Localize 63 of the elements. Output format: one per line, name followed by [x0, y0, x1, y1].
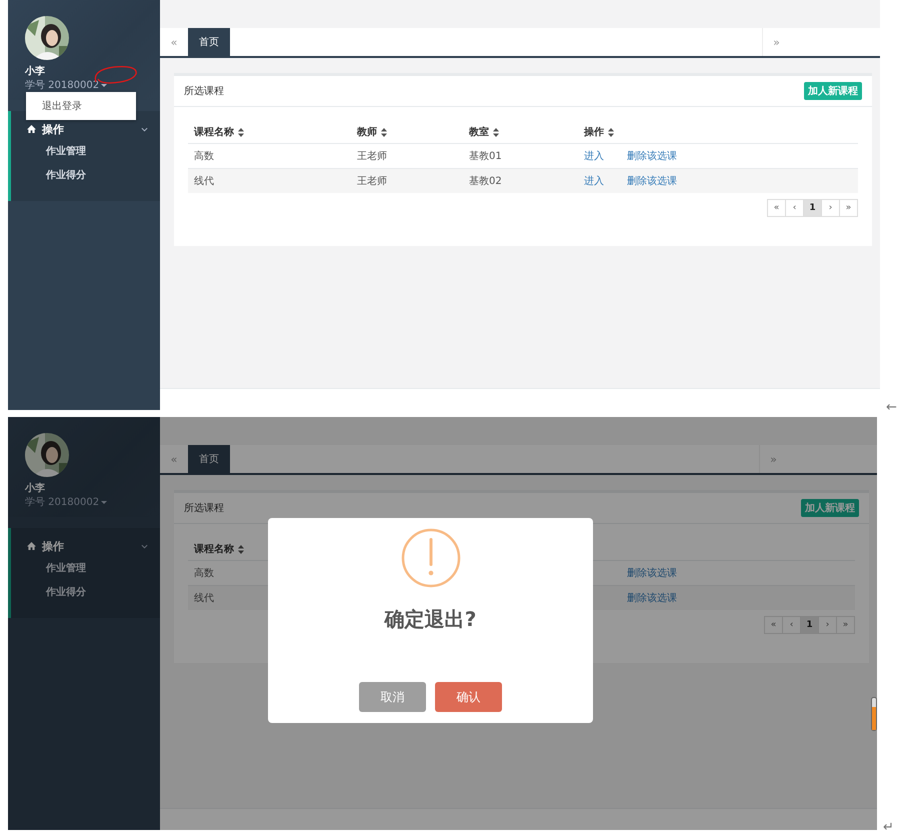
- page-button[interactable]: ‹: [785, 199, 804, 217]
- column-header[interactable]: 课程名称: [194, 542, 234, 556]
- caret-icon[interactable]: [101, 84, 108, 86]
- confirm-button[interactable]: 确认: [435, 682, 502, 712]
- table-cell: 基教01: [469, 151, 502, 162]
- cancel-button[interactable]: 取消: [359, 682, 426, 712]
- dialog-message: 确定退出?: [384, 606, 476, 633]
- page-tab[interactable]: 首页: [188, 28, 230, 56]
- page-button[interactable]: ‹: [782, 616, 801, 634]
- column-header[interactable]: 教师: [357, 125, 377, 139]
- enter-link[interactable]: 进入: [584, 151, 604, 162]
- scrollbar-thumb-drawing: [871, 697, 877, 731]
- column-header[interactable]: 操作: [584, 125, 604, 139]
- nav-title: 操作: [42, 538, 65, 554]
- page-button[interactable]: 1: [803, 199, 822, 217]
- student-id[interactable]: 学号 20180002: [25, 78, 100, 92]
- table-cell: 高数: [194, 568, 214, 579]
- page-button[interactable]: ›: [818, 616, 837, 634]
- home-icon: [27, 125, 36, 133]
- logout-menu-item[interactable]: 退出登录: [26, 92, 136, 120]
- column-header[interactable]: 教室: [469, 125, 489, 139]
- page-tab[interactable]: 首页: [188, 445, 230, 473]
- home-icon: [27, 542, 36, 550]
- caret-icon[interactable]: [101, 500, 108, 504]
- student-id[interactable]: 学号 20180002: [25, 495, 100, 509]
- page-button[interactable]: 1: [800, 616, 819, 634]
- table-cell: 基教02: [469, 176, 502, 187]
- page-button[interactable]: »: [839, 199, 858, 217]
- sort-icon[interactable]: [238, 128, 244, 136]
- paragraph-mark: ←: [886, 401, 897, 414]
- table-cell: 线代: [194, 176, 214, 187]
- delete-link[interactable]: 删除该选课: [627, 566, 677, 580]
- nav-item[interactable]: 作业管理: [11, 139, 160, 163]
- panel-title: 所选课程: [184, 84, 224, 98]
- page-button[interactable]: ›: [821, 199, 840, 217]
- nav-item[interactable]: 作业得分: [11, 163, 160, 187]
- warning-icon: [400, 528, 460, 588]
- nav-group[interactable]: 操作: [11, 536, 160, 556]
- page-button[interactable]: »: [836, 616, 855, 634]
- user-name: 小李: [25, 64, 46, 78]
- sort-icon[interactable]: [608, 128, 614, 136]
- column-header[interactable]: 课程名称: [194, 125, 234, 139]
- page-button[interactable]: «: [767, 199, 786, 217]
- nav-item[interactable]: 作业管理: [11, 556, 160, 580]
- enter-link[interactable]: 进入: [584, 176, 604, 187]
- nav-group[interactable]: 操作: [11, 119, 160, 139]
- table-cell: 线代: [194, 593, 214, 604]
- delete-link[interactable]: 删除该选课: [627, 149, 677, 163]
- sort-icon[interactable]: [493, 128, 499, 136]
- delete-link[interactable]: 删除该选课: [627, 591, 677, 605]
- table-cell: 王老师: [357, 176, 387, 187]
- nav-item[interactable]: 作业得分: [11, 580, 160, 604]
- table-cell: 高数: [194, 151, 214, 162]
- panel-title: 所选课程: [184, 502, 224, 515]
- sort-icon[interactable]: [381, 128, 387, 136]
- add-course-button[interactable]: 加人新课程: [804, 82, 862, 100]
- table-cell: 王老师: [357, 151, 387, 162]
- paragraph-mark: ↵: [883, 821, 894, 834]
- delete-link[interactable]: 删除该选课: [627, 174, 677, 188]
- sort-icon[interactable]: [238, 544, 244, 554]
- user-name: 小李: [25, 482, 46, 495]
- page-button[interactable]: «: [764, 616, 783, 634]
- nav-title: 操作: [42, 122, 65, 136]
